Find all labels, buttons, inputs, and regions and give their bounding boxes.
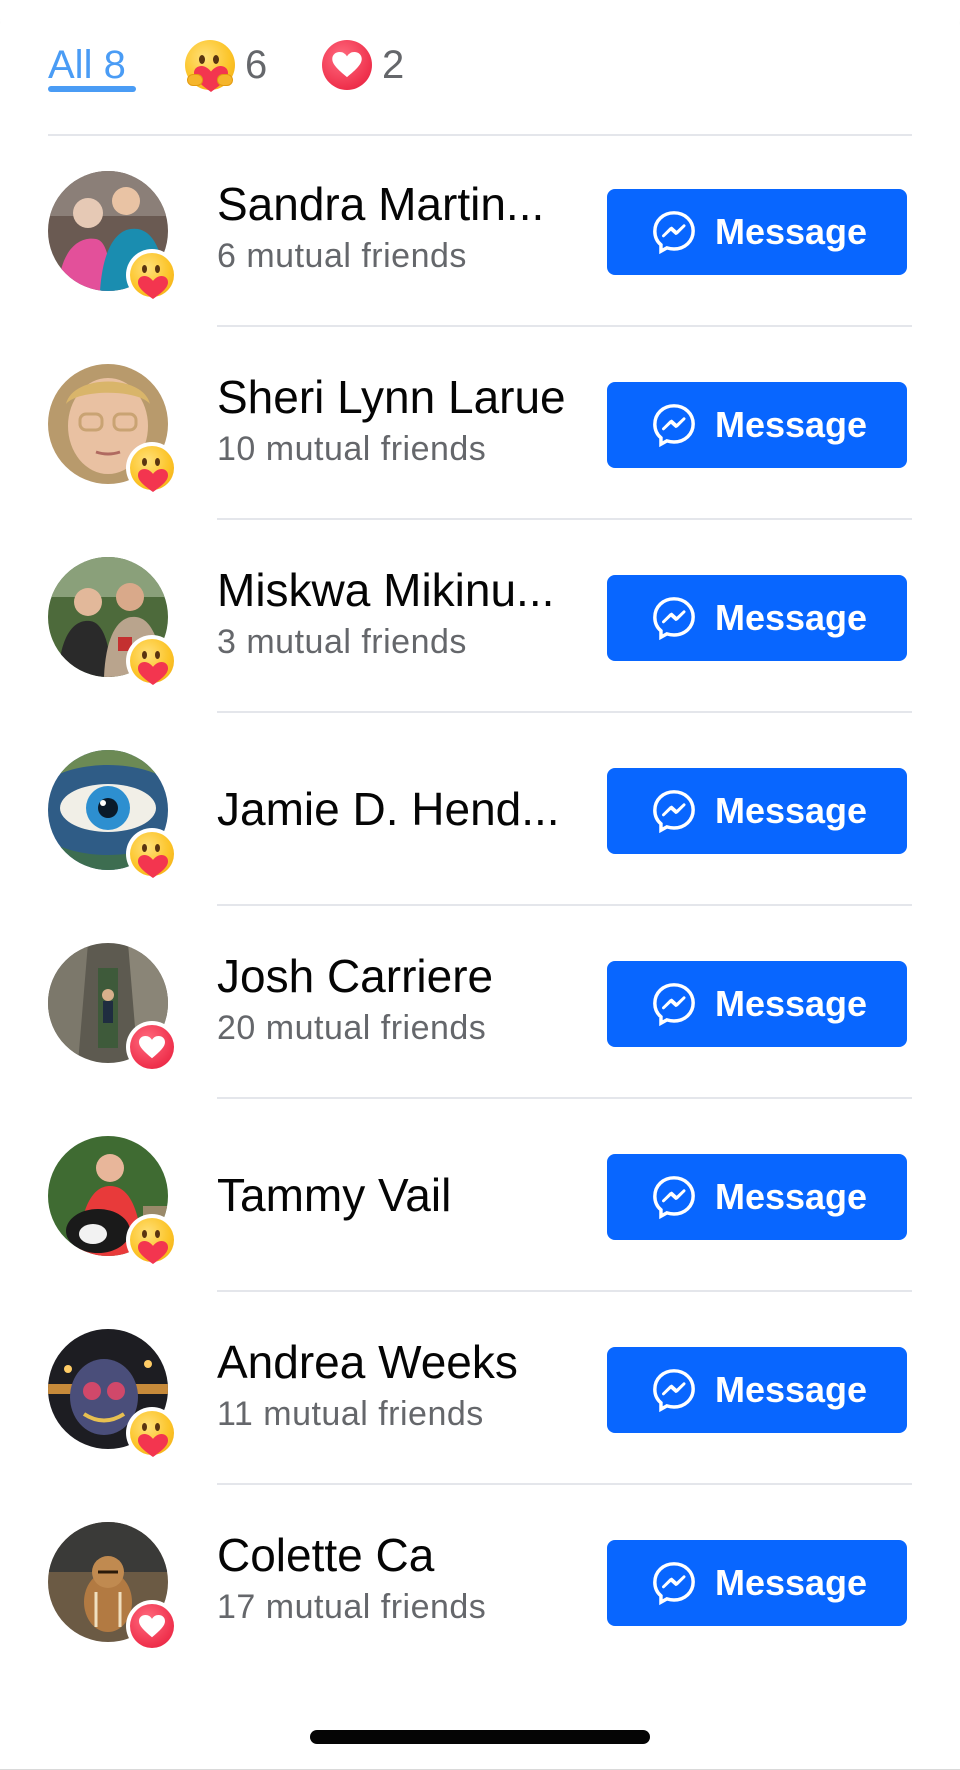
avatar[interactable] xyxy=(48,1522,178,1652)
message-button[interactable]: Message xyxy=(607,575,907,661)
care-reaction-icon xyxy=(126,442,178,494)
mutual-friends: 17 mutual friends xyxy=(217,1588,487,1626)
message-button[interactable]: Message xyxy=(607,189,907,275)
avatar[interactable] xyxy=(48,1329,178,1459)
love-reaction-icon xyxy=(126,1021,178,1073)
messenger-icon xyxy=(651,981,697,1027)
person-name[interactable]: Sandra Martin... xyxy=(217,176,587,232)
list-item: Andrea Weeks 11 mutual friends Message xyxy=(0,1292,960,1485)
avatar[interactable] xyxy=(48,171,178,301)
person-name[interactable]: Sheri Lynn Larue xyxy=(217,369,587,425)
list-item: Sheri Lynn Larue 10 mutual friends Messa… xyxy=(0,327,960,520)
person-name[interactable]: Josh Carriere xyxy=(217,948,587,1004)
mutual-friends: 3 mutual friends xyxy=(217,623,467,661)
love-reaction-icon xyxy=(126,1600,178,1652)
care-reaction-icon xyxy=(126,828,178,880)
message-button-label: Message xyxy=(714,790,868,831)
message-button[interactable]: Message xyxy=(607,1154,907,1240)
care-reaction-icon xyxy=(126,1214,178,1266)
list-item: Tammy Vail Message xyxy=(0,1099,960,1292)
message-button[interactable]: Message xyxy=(607,1540,907,1626)
messenger-icon xyxy=(651,595,697,641)
active-tab-indicator xyxy=(48,86,136,92)
message-button-label: Message xyxy=(714,1562,868,1603)
mutual-friends: 6 mutual friends xyxy=(217,237,467,275)
message-button[interactable]: Message xyxy=(607,382,907,468)
person-name[interactable]: Andrea Weeks xyxy=(217,1334,587,1390)
tab-love-count: 2 xyxy=(382,42,405,87)
reactions-sheet: All 8 6 2 Sandra Martin... 6 mutual frie… xyxy=(0,0,960,1770)
avatar[interactable] xyxy=(48,943,178,1073)
messenger-icon xyxy=(651,402,697,448)
mutual-friends: 20 mutual friends xyxy=(217,1009,487,1047)
avatar[interactable] xyxy=(48,750,178,880)
care-reaction-icon xyxy=(126,1407,178,1459)
tab-care-count: 6 xyxy=(245,42,268,87)
message-button-label: Message xyxy=(714,1369,868,1410)
person-name[interactable]: Colette Ca xyxy=(217,1527,587,1583)
reaction-tabs: All 8 6 2 xyxy=(48,0,912,136)
messenger-icon xyxy=(651,788,697,834)
message-button[interactable]: Message xyxy=(607,1347,907,1433)
message-button[interactable]: Message xyxy=(607,961,907,1047)
list-item: Jamie D. Hend... Message xyxy=(0,713,960,906)
message-button-label: Message xyxy=(714,211,868,252)
mutual-friends: 10 mutual friends xyxy=(217,430,487,468)
tab-care[interactable]: 6 xyxy=(185,40,268,92)
messenger-icon xyxy=(651,1560,697,1606)
message-button-label: Message xyxy=(714,983,868,1024)
person-name[interactable]: Jamie D. Hend... xyxy=(217,781,587,837)
list-item: Colette Ca 17 mutual friends Message xyxy=(0,1485,960,1678)
list-item: Miskwa Mikinu... 3 mutual friends Messag… xyxy=(0,520,960,713)
mutual-friends: 11 mutual friends xyxy=(217,1395,484,1433)
tab-all-label: All 8 xyxy=(48,42,126,87)
care-reaction-icon xyxy=(126,249,178,301)
messenger-icon xyxy=(651,1367,697,1413)
avatar[interactable] xyxy=(48,364,178,494)
love-reaction-icon xyxy=(322,40,372,90)
avatar[interactable] xyxy=(48,557,178,687)
tab-all[interactable]: All 8 xyxy=(48,40,136,92)
care-reaction-icon xyxy=(126,635,178,687)
home-indicator[interactable] xyxy=(310,1730,650,1744)
message-button-label: Message xyxy=(714,404,868,445)
message-button-label: Message xyxy=(714,1176,868,1217)
care-reaction-icon xyxy=(185,40,235,92)
list-item: Sandra Martin... 6 mutual friends Messag… xyxy=(0,134,960,327)
person-name[interactable]: Tammy Vail xyxy=(217,1167,587,1223)
tab-love[interactable]: 2 xyxy=(322,40,404,90)
message-button[interactable]: Message xyxy=(607,768,907,854)
person-name[interactable]: Miskwa Mikinu... xyxy=(217,562,587,618)
list-item: Josh Carriere 20 mutual friends Message xyxy=(0,906,960,1099)
messenger-icon xyxy=(651,209,697,255)
avatar[interactable] xyxy=(48,1136,178,1266)
messenger-icon xyxy=(651,1174,697,1220)
message-button-label: Message xyxy=(714,597,868,638)
